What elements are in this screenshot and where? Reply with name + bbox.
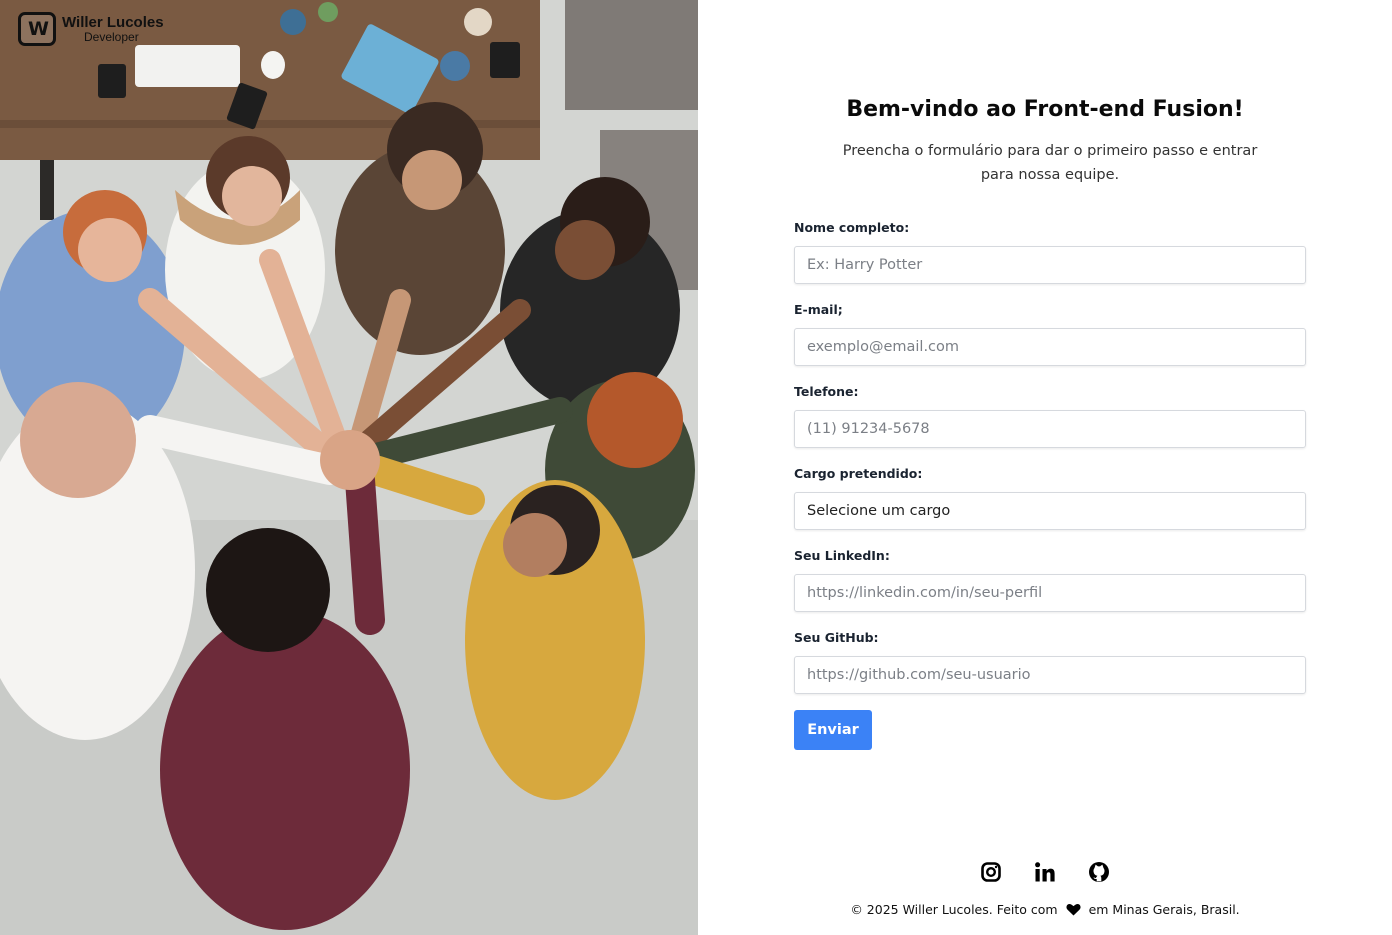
submit-button[interactable]: Enviar [794, 710, 872, 750]
page-title: Bem-vindo ao Front-end Fusion! [846, 97, 1244, 122]
linkedin-input[interactable] [794, 574, 1306, 612]
field-github: Seu GitHub: [794, 628, 1306, 710]
social-links [698, 860, 1392, 884]
phone-input[interactable] [794, 410, 1306, 448]
field-email: E-mail; [794, 300, 1306, 382]
field-phone: Telefone: [794, 382, 1306, 464]
github-label: Seu GitHub: [794, 630, 879, 645]
role-label: Cargo pretendido: [794, 466, 923, 481]
phone-label: Telefone: [794, 384, 859, 399]
brand-name: Willer Lucoles [62, 14, 164, 31]
signup-form: Nome completo: E-mail; Telefone: Cargo p… [794, 218, 1306, 710]
linkedin-label: Seu LinkedIn: [794, 548, 890, 563]
footer: © 2025 Willer Lucoles. Feito com em Mina… [698, 902, 1392, 919]
email-label: E-mail; [794, 302, 843, 317]
team-hands-illustration [0, 0, 698, 935]
heart-icon [1066, 903, 1081, 919]
hero-photo: W Willer Lucoles Developer [0, 0, 698, 935]
brand-role: Developer [84, 30, 139, 44]
github-icon[interactable] [1088, 860, 1110, 884]
name-input[interactable] [794, 246, 1306, 284]
field-name: Nome completo: [794, 218, 1306, 300]
linkedin-icon[interactable] [1034, 860, 1056, 884]
field-role: Cargo pretendido: Selecione um cargo [794, 464, 1306, 546]
signup-panel: Bem-vindo ao Front-end Fusion! Preencha … [698, 0, 1392, 935]
role-select[interactable]: Selecione um cargo [794, 492, 1306, 530]
instagram-icon[interactable] [980, 860, 1002, 884]
footer-text-before: © 2025 Willer Lucoles. Feito com [850, 902, 1058, 917]
email-input[interactable] [794, 328, 1306, 366]
field-linkedin: Seu LinkedIn: [794, 546, 1306, 628]
name-label: Nome completo: [794, 220, 910, 235]
github-input[interactable] [794, 656, 1306, 694]
brand[interactable]: W Willer Lucoles Developer [18, 12, 164, 46]
brand-logo-icon: W [18, 12, 56, 46]
page-subtitle: Preencha o formulário para dar o primeir… [842, 143, 1258, 183]
footer-text-after: em Minas Gerais, Brasil. [1088, 902, 1240, 917]
